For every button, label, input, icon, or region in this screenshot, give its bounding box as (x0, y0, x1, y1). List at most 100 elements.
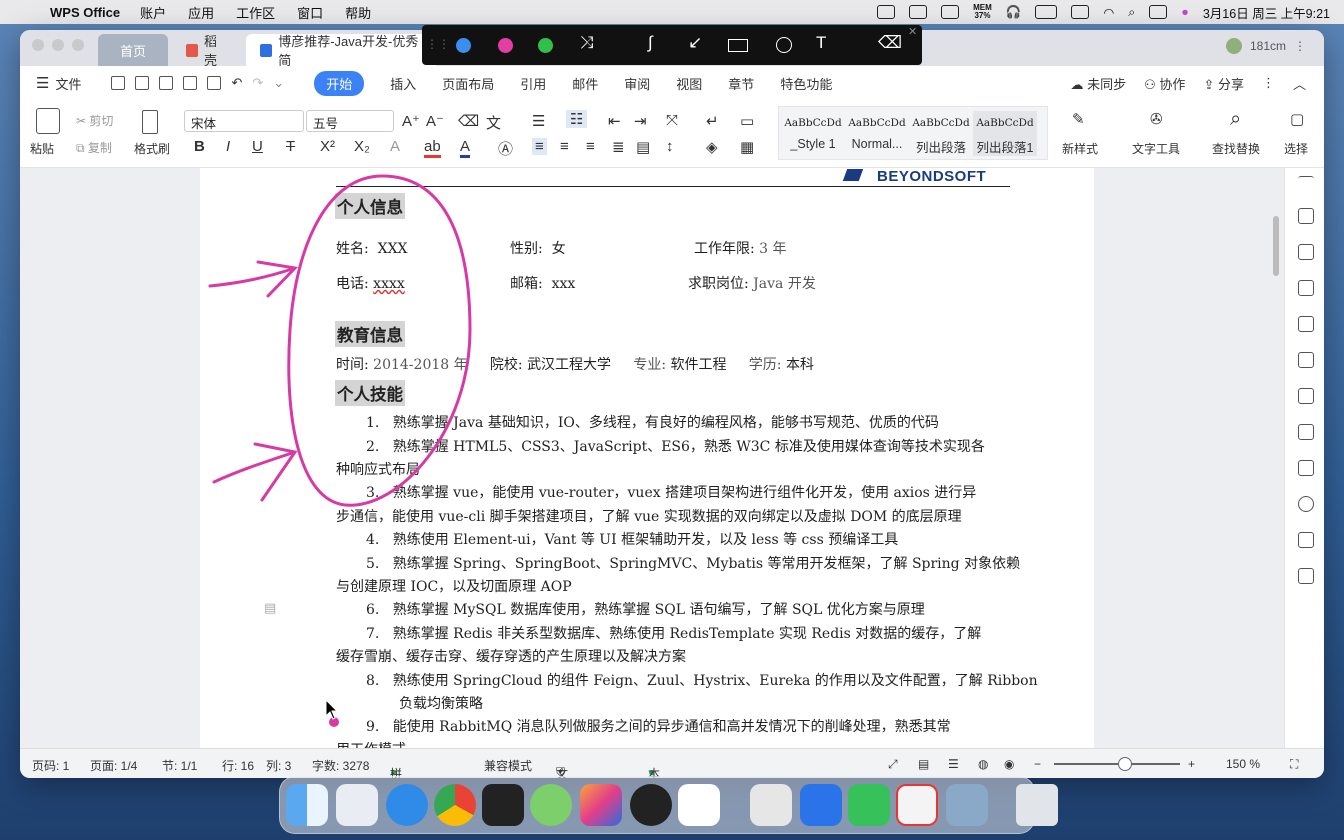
tab-references[interactable]: 引用 (520, 74, 546, 93)
strikethrough-icon[interactable]: T (286, 138, 295, 155)
new-style-icon[interactable]: ✎ (1072, 110, 1085, 128)
char-border-icon[interactable]: Ⓐ (498, 138, 513, 159)
settings-icon[interactable] (1298, 352, 1314, 368)
borders-icon[interactable]: ▦ (740, 138, 754, 156)
new-style-button[interactable]: 新样式 (1062, 140, 1098, 157)
zoom-level[interactable]: 150 % (1226, 757, 1260, 771)
user-area[interactable]: 181cm ⋮ (1225, 38, 1306, 54)
headphones-icon[interactable]: 🎧 (1006, 5, 1022, 20)
font-color-icon[interactable]: A (460, 138, 471, 158)
increase-indent-icon[interactable]: ⇥ (634, 112, 647, 130)
menu-help[interactable]: 帮助 (345, 3, 371, 22)
page-view-icon[interactable]: ▤ (918, 757, 929, 771)
drag-handle-icon[interactable]: ⋮⋮ (426, 37, 450, 51)
finder-icon[interactable] (286, 784, 328, 826)
select-icon[interactable]: ▢ (1290, 110, 1304, 128)
intellij-icon[interactable] (580, 784, 622, 826)
tab-home[interactable]: 首页 (98, 34, 168, 66)
close-window-button[interactable] (32, 39, 44, 51)
shrink-font-icon[interactable]: A⁻ (426, 112, 444, 130)
clock[interactable]: 3月16日 周三 上午9:21 (1203, 3, 1330, 22)
wps-dock-icon[interactable] (896, 784, 938, 826)
find-replace-button[interactable]: 查找替换 (1212, 140, 1260, 157)
random-color-icon[interactable]: ⤨ (580, 33, 594, 53)
tab-page-layout[interactable]: 页面布局 (442, 74, 494, 93)
italic-icon[interactable]: I (226, 138, 230, 155)
terminal-icon[interactable] (482, 784, 524, 826)
redo-icon[interactable]: ↷ (252, 75, 263, 91)
highlight-icon[interactable]: ab (424, 138, 441, 158)
blue-pen-color[interactable] (456, 38, 471, 53)
collapse-sidebar-icon[interactable] (1298, 176, 1314, 192)
wps-tray-icon[interactable] (909, 5, 928, 19)
file-menu[interactable]: 文件 (55, 74, 81, 93)
menu-workspace[interactable]: 工作区 (236, 3, 275, 22)
style-item[interactable]: AaBbCcDd 列出段落1 (973, 111, 1037, 156)
phonetic-icon[interactable]: 文 (486, 112, 501, 133)
avatar[interactable] (1225, 38, 1242, 54)
style-item[interactable]: AaBbCcDd Normal... (845, 111, 909, 151)
lock-icon[interactable] (1298, 424, 1314, 440)
monitor-icon[interactable] (941, 5, 960, 19)
collab-button[interactable]: ⚇ 协作 (1144, 74, 1185, 93)
line-spacing-icon[interactable]: ↕ (666, 138, 674, 155)
more-icon[interactable]: ⋮ (1294, 39, 1306, 53)
tools-icon[interactable] (1298, 316, 1314, 332)
open-icon[interactable] (111, 76, 126, 90)
zoom-slider-thumb[interactable] (1118, 757, 1132, 771)
select-button[interactable]: 选择 (1284, 140, 1308, 157)
bullet-list-icon[interactable]: ☰ (532, 112, 545, 130)
zoom-out-button[interactable]: − (1034, 757, 1041, 771)
pink-pen-color[interactable] (498, 38, 513, 53)
tab-review[interactable]: 审阅 (624, 74, 650, 93)
share-button[interactable]: ⇪ 分享 (1203, 74, 1244, 93)
format-painter-icon[interactable] (142, 110, 158, 134)
distributed-icon[interactable]: ▤ (636, 138, 650, 156)
hamburger-icon[interactable]: ☰ (36, 74, 49, 92)
menu-window[interactable]: 窗口 (297, 3, 323, 22)
document-canvas[interactable]: BEYONDSOFT 个人信息 姓名: XXX 性别: 女 工作年限: 3 年 … (20, 168, 1324, 758)
tab-mailings[interactable]: 邮件 (572, 74, 598, 93)
edit-icon[interactable] (1298, 208, 1314, 224)
chinese-layout-icon[interactable]: ⤧ (666, 112, 678, 129)
style-item[interactable]: AaBbCcDd _Style 1 (781, 111, 845, 151)
arrow-icon[interactable]: ↙ (688, 33, 702, 53)
style-icon[interactable] (1298, 280, 1314, 296)
tab-daoke[interactable]: 稻壳 (172, 34, 242, 68)
app-name[interactable]: WPS Office (50, 5, 120, 20)
curve-icon[interactable]: ∫ (648, 33, 653, 53)
scroll-thumb[interactable] (1273, 216, 1279, 276)
sliders-icon[interactable] (1298, 460, 1314, 476)
save-icon[interactable] (135, 76, 150, 90)
safari-icon[interactable] (386, 784, 428, 826)
tab-document[interactable]: 博彦推荐-Java开发-优秀简 (246, 34, 436, 68)
minimize-window-button[interactable] (52, 39, 64, 51)
document-page[interactable]: BEYONDSOFT 个人信息 姓名: XXX 性别: 女 工作年限: 3 年 … (200, 168, 1094, 758)
input-method-icon[interactable] (1071, 5, 1090, 19)
paste-button[interactable]: 粘贴 (30, 140, 54, 157)
tab-chapter[interactable]: 章节 (728, 74, 754, 93)
vertical-scrollbar[interactable] (1268, 168, 1284, 748)
memory-indicator[interactable]: MEM 37% (973, 4, 992, 20)
superscript-icon[interactable]: X² (320, 138, 335, 155)
compat-mode[interactable]: 兼容模式 (484, 757, 532, 774)
text-tools-icon[interactable]: ✇ (1150, 110, 1163, 128)
image-text-icon[interactable] (1298, 532, 1314, 548)
cursor-icon[interactable] (1298, 388, 1314, 404)
print-icon[interactable] (183, 76, 198, 90)
menu-account[interactable]: 账户 (140, 3, 166, 22)
battery-icon[interactable] (1035, 5, 1058, 19)
history-icon[interactable] (1298, 496, 1314, 512)
subscript-icon[interactable]: X₂ (354, 138, 370, 155)
qq-icon[interactable] (630, 784, 672, 826)
rectangle-icon[interactable] (728, 39, 748, 52)
search-icon[interactable]: ⌕ (1128, 5, 1135, 20)
outline-view-icon[interactable]: ☰ (948, 757, 959, 771)
copy-button[interactable]: ⧉ 复制 (76, 139, 112, 156)
pdf-app-icon[interactable] (800, 784, 842, 826)
typora-icon[interactable] (750, 784, 792, 826)
print-preview-icon[interactable] (207, 76, 222, 90)
paragraph-handle-icon[interactable]: ▤ (264, 600, 276, 616)
cut-button[interactable]: ✂ 剪切 (76, 112, 113, 129)
justify-icon[interactable]: ≣ (612, 138, 625, 156)
